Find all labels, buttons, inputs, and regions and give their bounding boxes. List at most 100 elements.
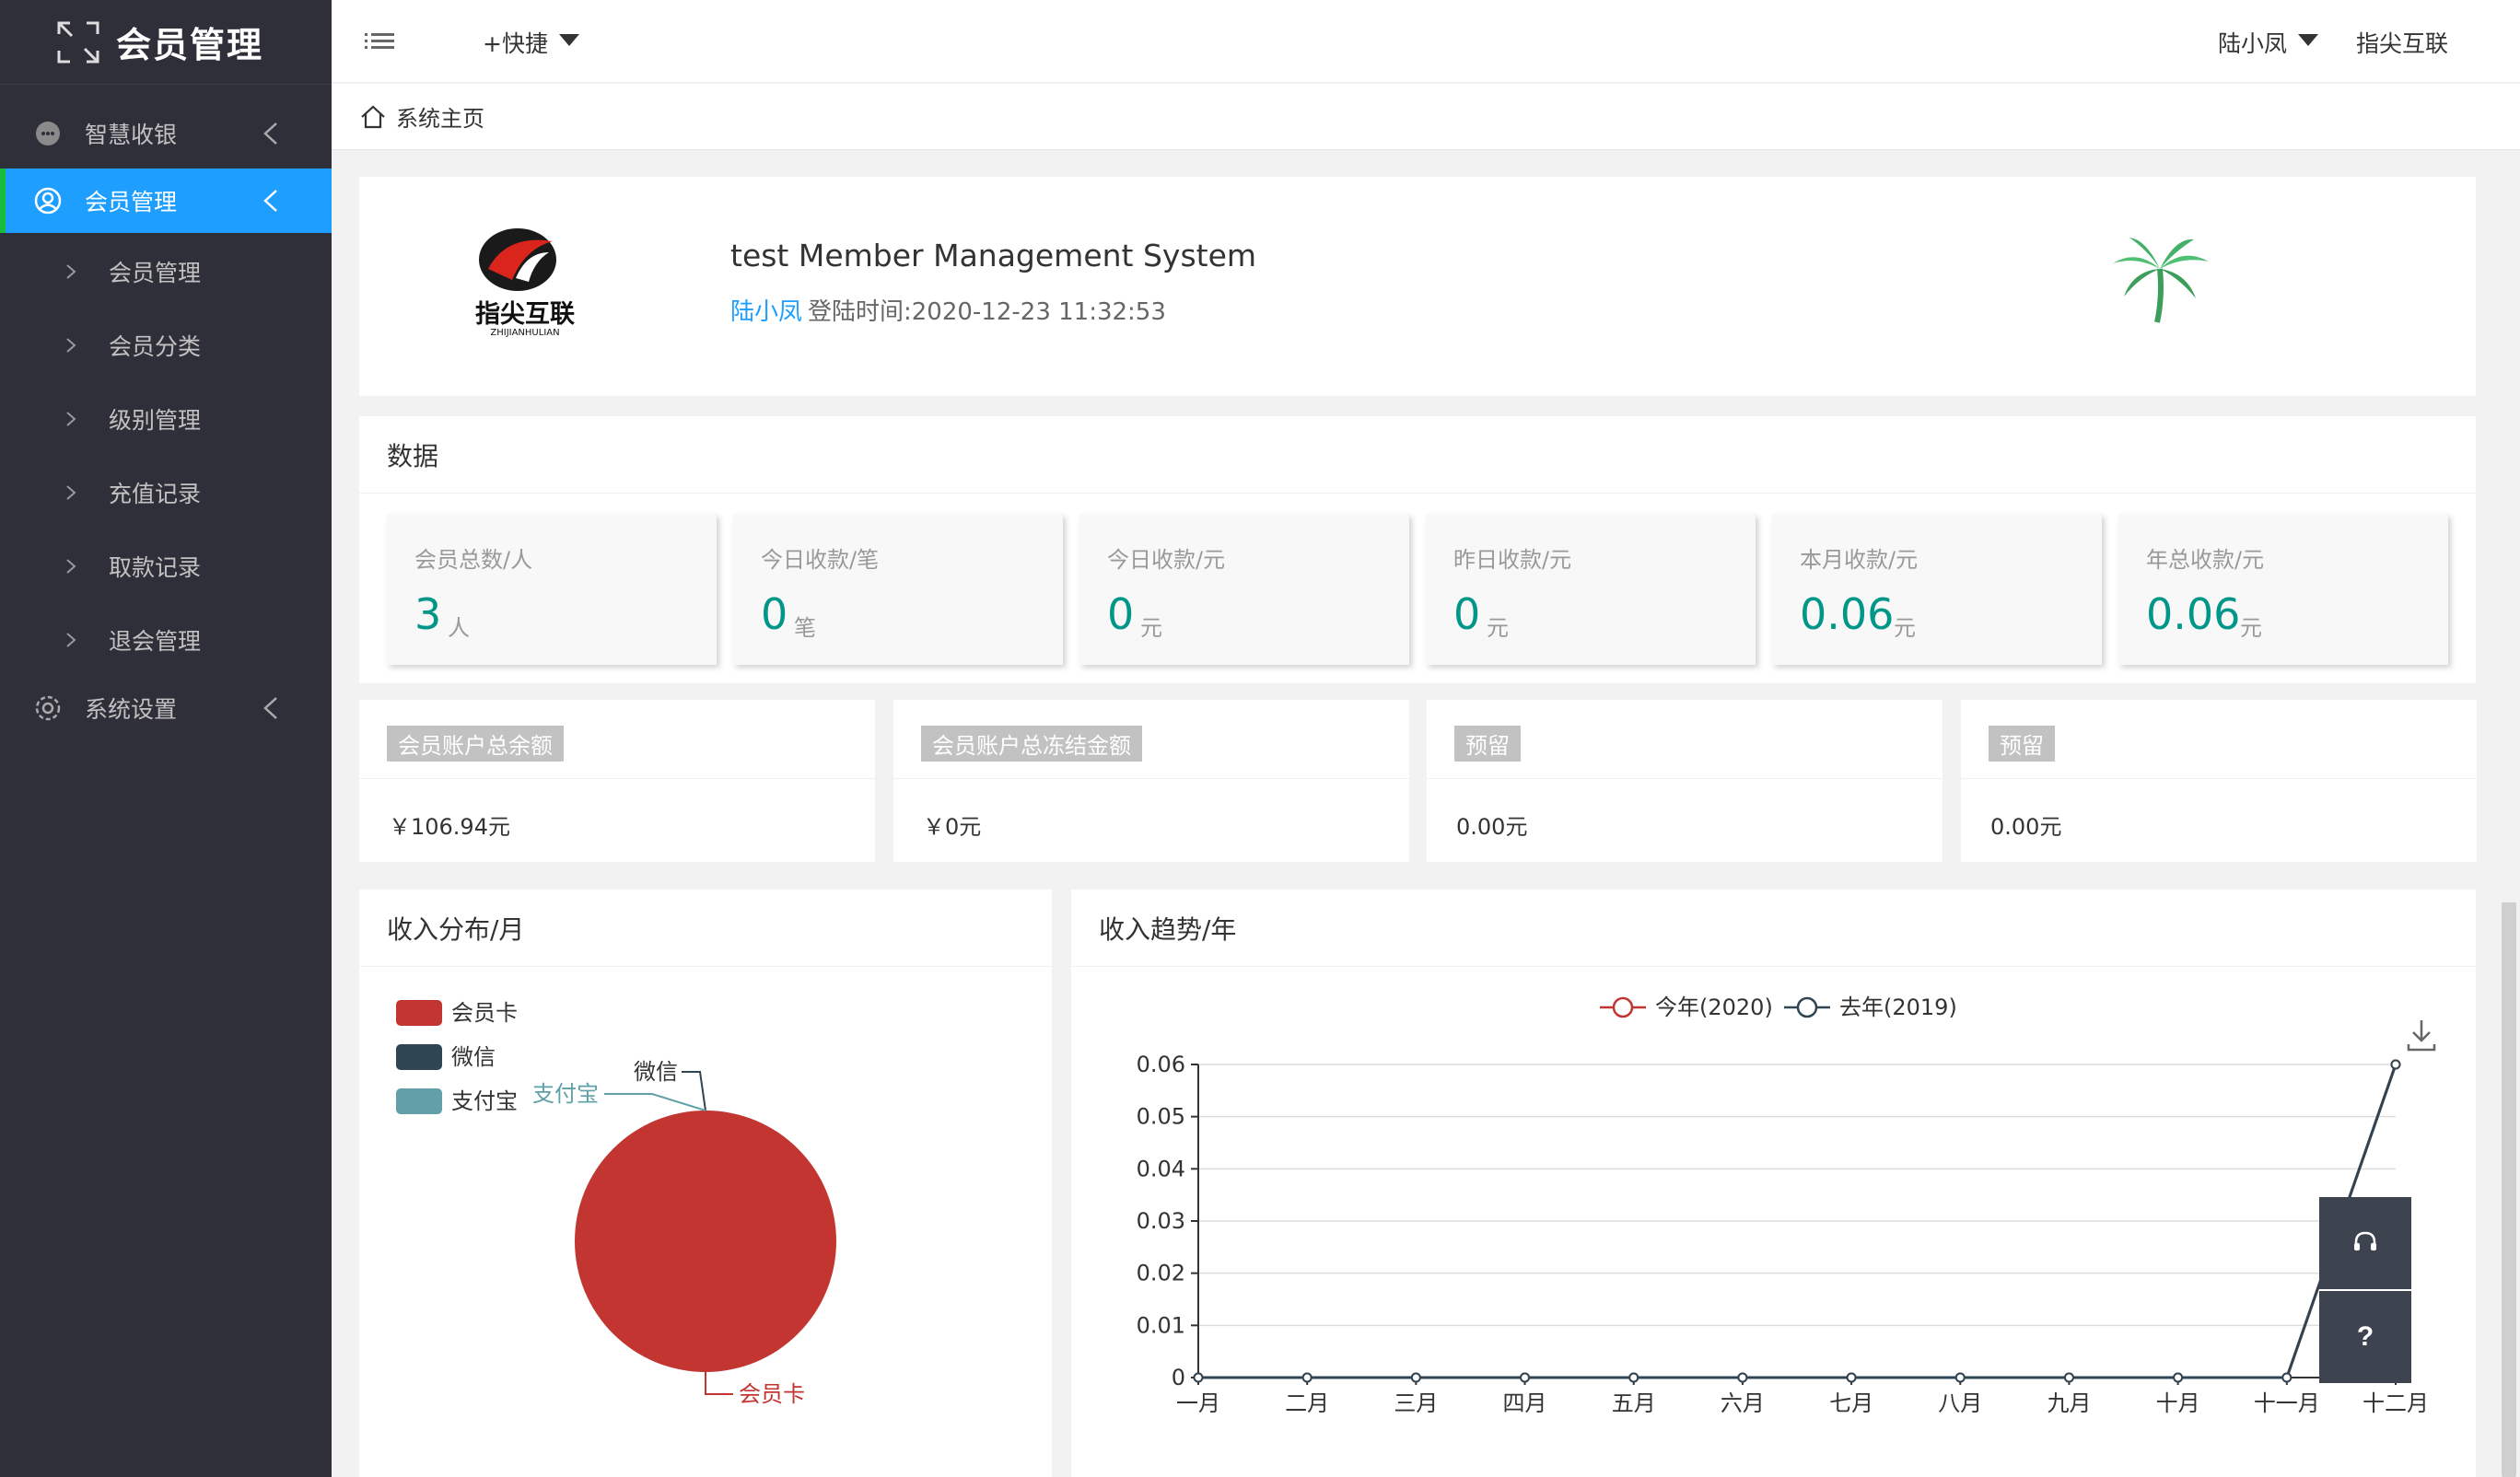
line-legend-label: 今年(2020) (1655, 994, 1773, 1020)
stat-unit: 元 (1487, 615, 1509, 641)
pie-legend-label: 支付宝 (451, 1088, 518, 1114)
stat-label: 会员总数/人 (414, 547, 533, 573)
stat-today-count[interactable]: 今日收款/笔 0 笔 (733, 514, 1063, 665)
chevron-right-icon (66, 633, 76, 647)
y-tick-label: 0.05 (1137, 1104, 1185, 1130)
customer-service-button[interactable] (2319, 1197, 2411, 1289)
sidebar-subitem-quit-management[interactable]: 退会管理 (0, 608, 332, 672)
sidebar-subitem-label: 会员管理 (109, 260, 202, 286)
stat-unit: 人 (448, 615, 470, 641)
account-badge: 会员账户总余额 (387, 726, 564, 762)
stat-value: 0.06 (2146, 589, 2241, 639)
stat-value: 0.06 (1800, 589, 1895, 639)
x-tick-label: 四月 (1503, 1390, 1547, 1416)
chevron-right-icon (66, 559, 76, 574)
sidebar-logo-text: 会员管理 (116, 25, 264, 65)
chevron-right-icon (66, 264, 76, 279)
stat-label: 今日收款/元 (1107, 547, 1226, 573)
sidebar-subitem-label: 会员分类 (109, 333, 202, 360)
sidebar-subitem-label: 充值记录 (109, 481, 202, 507)
x-tick-label: 九月 (2047, 1390, 2091, 1416)
account-reserved-card: 预留 0.00元 (1961, 700, 2477, 862)
stat-yesterday-amount[interactable]: 昨日收款/元 0 元 (1426, 514, 1756, 665)
stat-value: 0 (1107, 589, 1135, 639)
x-tick-label: 十月 (2156, 1390, 2200, 1416)
sidebar-subitem-label: 级别管理 (109, 407, 202, 434)
pie-leader-line (705, 1372, 733, 1395)
line-point (1193, 1372, 1204, 1383)
sidebar-subitem-label: 取款记录 (109, 554, 202, 581)
breadcrumb: 系统主页 (332, 84, 2520, 150)
y-tick-label: 0.06 (1137, 1052, 1185, 1077)
sidebar-subitem-label: 退会管理 (109, 628, 202, 655)
x-tick-label: 五月 (1612, 1390, 1656, 1416)
line-point (2173, 1372, 2184, 1383)
chevron-right-icon (66, 485, 76, 500)
line-point (1954, 1372, 1966, 1383)
line-legend: 今年(2020) 去年(2019) (1600, 994, 1957, 1020)
stat-month-amount[interactable]: 本月收款/元 0.06 元 (1772, 514, 2102, 665)
stat-year-amount[interactable]: 年总收款/元 0.06 元 (2118, 514, 2448, 665)
home-icon[interactable] (359, 103, 387, 131)
x-tick-label: 七月 (1829, 1390, 1873, 1416)
pie-chart: 会员卡微信支付宝 会员卡微信支付宝 (396, 1000, 836, 1407)
pie-legend-swatch (396, 1044, 442, 1070)
data-card-title: 数据 (359, 416, 2476, 494)
stat-value: 3 (414, 589, 442, 639)
sidebar-subitem-withdraw-records[interactable]: 取款记录 (0, 534, 332, 599)
breadcrumb-home[interactable]: 系统主页 (396, 100, 484, 133)
account-frozen-card: 会员账户总冻结金额 ￥0元 (893, 700, 1409, 862)
pie-slice-label: 会员卡 (739, 1381, 805, 1407)
chevron-right-icon (66, 338, 76, 353)
sidebar-item-system-settings[interactable]: 系统设置 (0, 676, 332, 740)
headset-icon (2354, 1231, 2376, 1250)
chevron-left-icon (263, 122, 277, 145)
download-icon[interactable] (2407, 1020, 2436, 1052)
stat-today-amount[interactable]: 今日收款/元 0 元 (1079, 514, 1409, 665)
chat-icon (36, 122, 60, 145)
line-legend-marker (1612, 996, 1634, 1018)
account-total-balance-card: 会员账户总余额 ￥106.94元 (359, 700, 875, 862)
help-button[interactable]: ? (2319, 1291, 2411, 1383)
y-tick-label: 0.02 (1137, 1261, 1185, 1286)
login-time: 登陆时间:2020-12-23 11:32:53 (808, 298, 1166, 326)
line-point (1410, 1372, 1421, 1383)
sidebar-subitem-recharge-records[interactable]: 充值记录 (0, 460, 332, 525)
sidebar-item-label: 系统设置 (85, 696, 178, 723)
stat-unit: 元 (2240, 615, 2262, 641)
sidebar-subitem-member-category[interactable]: 会员分类 (0, 313, 332, 378)
sidebar-item-smart-cashier[interactable]: 智慧收银 (0, 101, 332, 166)
scrollbar[interactable] (2502, 902, 2516, 1477)
stat-value: 0 (761, 589, 788, 639)
caret-down-icon (2298, 33, 2319, 46)
x-tick-label: 二月 (1285, 1390, 1329, 1416)
line-point (2063, 1372, 2074, 1383)
gear-icon (35, 695, 61, 721)
account-value: ￥0元 (923, 814, 982, 840)
data-card: 数据 会员总数/人 3 人 今日收款/笔 0 笔 今日收款/元 0 元 昨日收款… (359, 416, 2476, 683)
sidebar-item-member-management[interactable]: 会员管理 (0, 169, 332, 233)
y-tick-label: 0.01 (1137, 1312, 1185, 1338)
pie-marks: 会员卡 微信支付宝 (532, 1059, 836, 1407)
stat-label: 年总收款/元 (2146, 547, 2265, 573)
welcome-card: 指尖互联 ZHIJIANHULIAN test Member Managemen… (359, 177, 2476, 396)
user-menu-dropdown[interactable]: 陆小凤 (2218, 26, 2319, 59)
sidebar-subitem-member-management[interactable]: 会员管理 (0, 239, 332, 304)
pie-leader-line (604, 1093, 706, 1111)
quick-menu-dropdown[interactable]: +快捷 (483, 26, 579, 59)
pie-legend: 会员卡微信支付宝 (396, 1000, 518, 1114)
pie-slice-label: 微信 (634, 1059, 678, 1085)
sidebar-subitem-level-management[interactable]: 级别管理 (0, 387, 332, 451)
menu-toggle-icon[interactable] (365, 28, 394, 53)
quick-menu-label: +快捷 (483, 30, 548, 57)
stat-total-members[interactable]: 会员总数/人 3 人 (387, 514, 717, 665)
user-name: 陆小凤 (2218, 30, 2288, 57)
welcome-user-name[interactable]: 陆小凤 (730, 293, 802, 327)
line-point (1301, 1372, 1312, 1383)
x-tick-label: 八月 (1938, 1390, 1982, 1416)
pie-legend-label: 会员卡 (451, 1000, 518, 1026)
help-icon: ? (2356, 1321, 2374, 1352)
company-link[interactable]: 指尖互联 (2356, 26, 2448, 59)
line-chart: 今年(2020) 去年(2019) 0 0.01 0.02 0.03 0.04 0.05 0.… (1137, 994, 2436, 1416)
expand-icon[interactable] (55, 19, 101, 65)
